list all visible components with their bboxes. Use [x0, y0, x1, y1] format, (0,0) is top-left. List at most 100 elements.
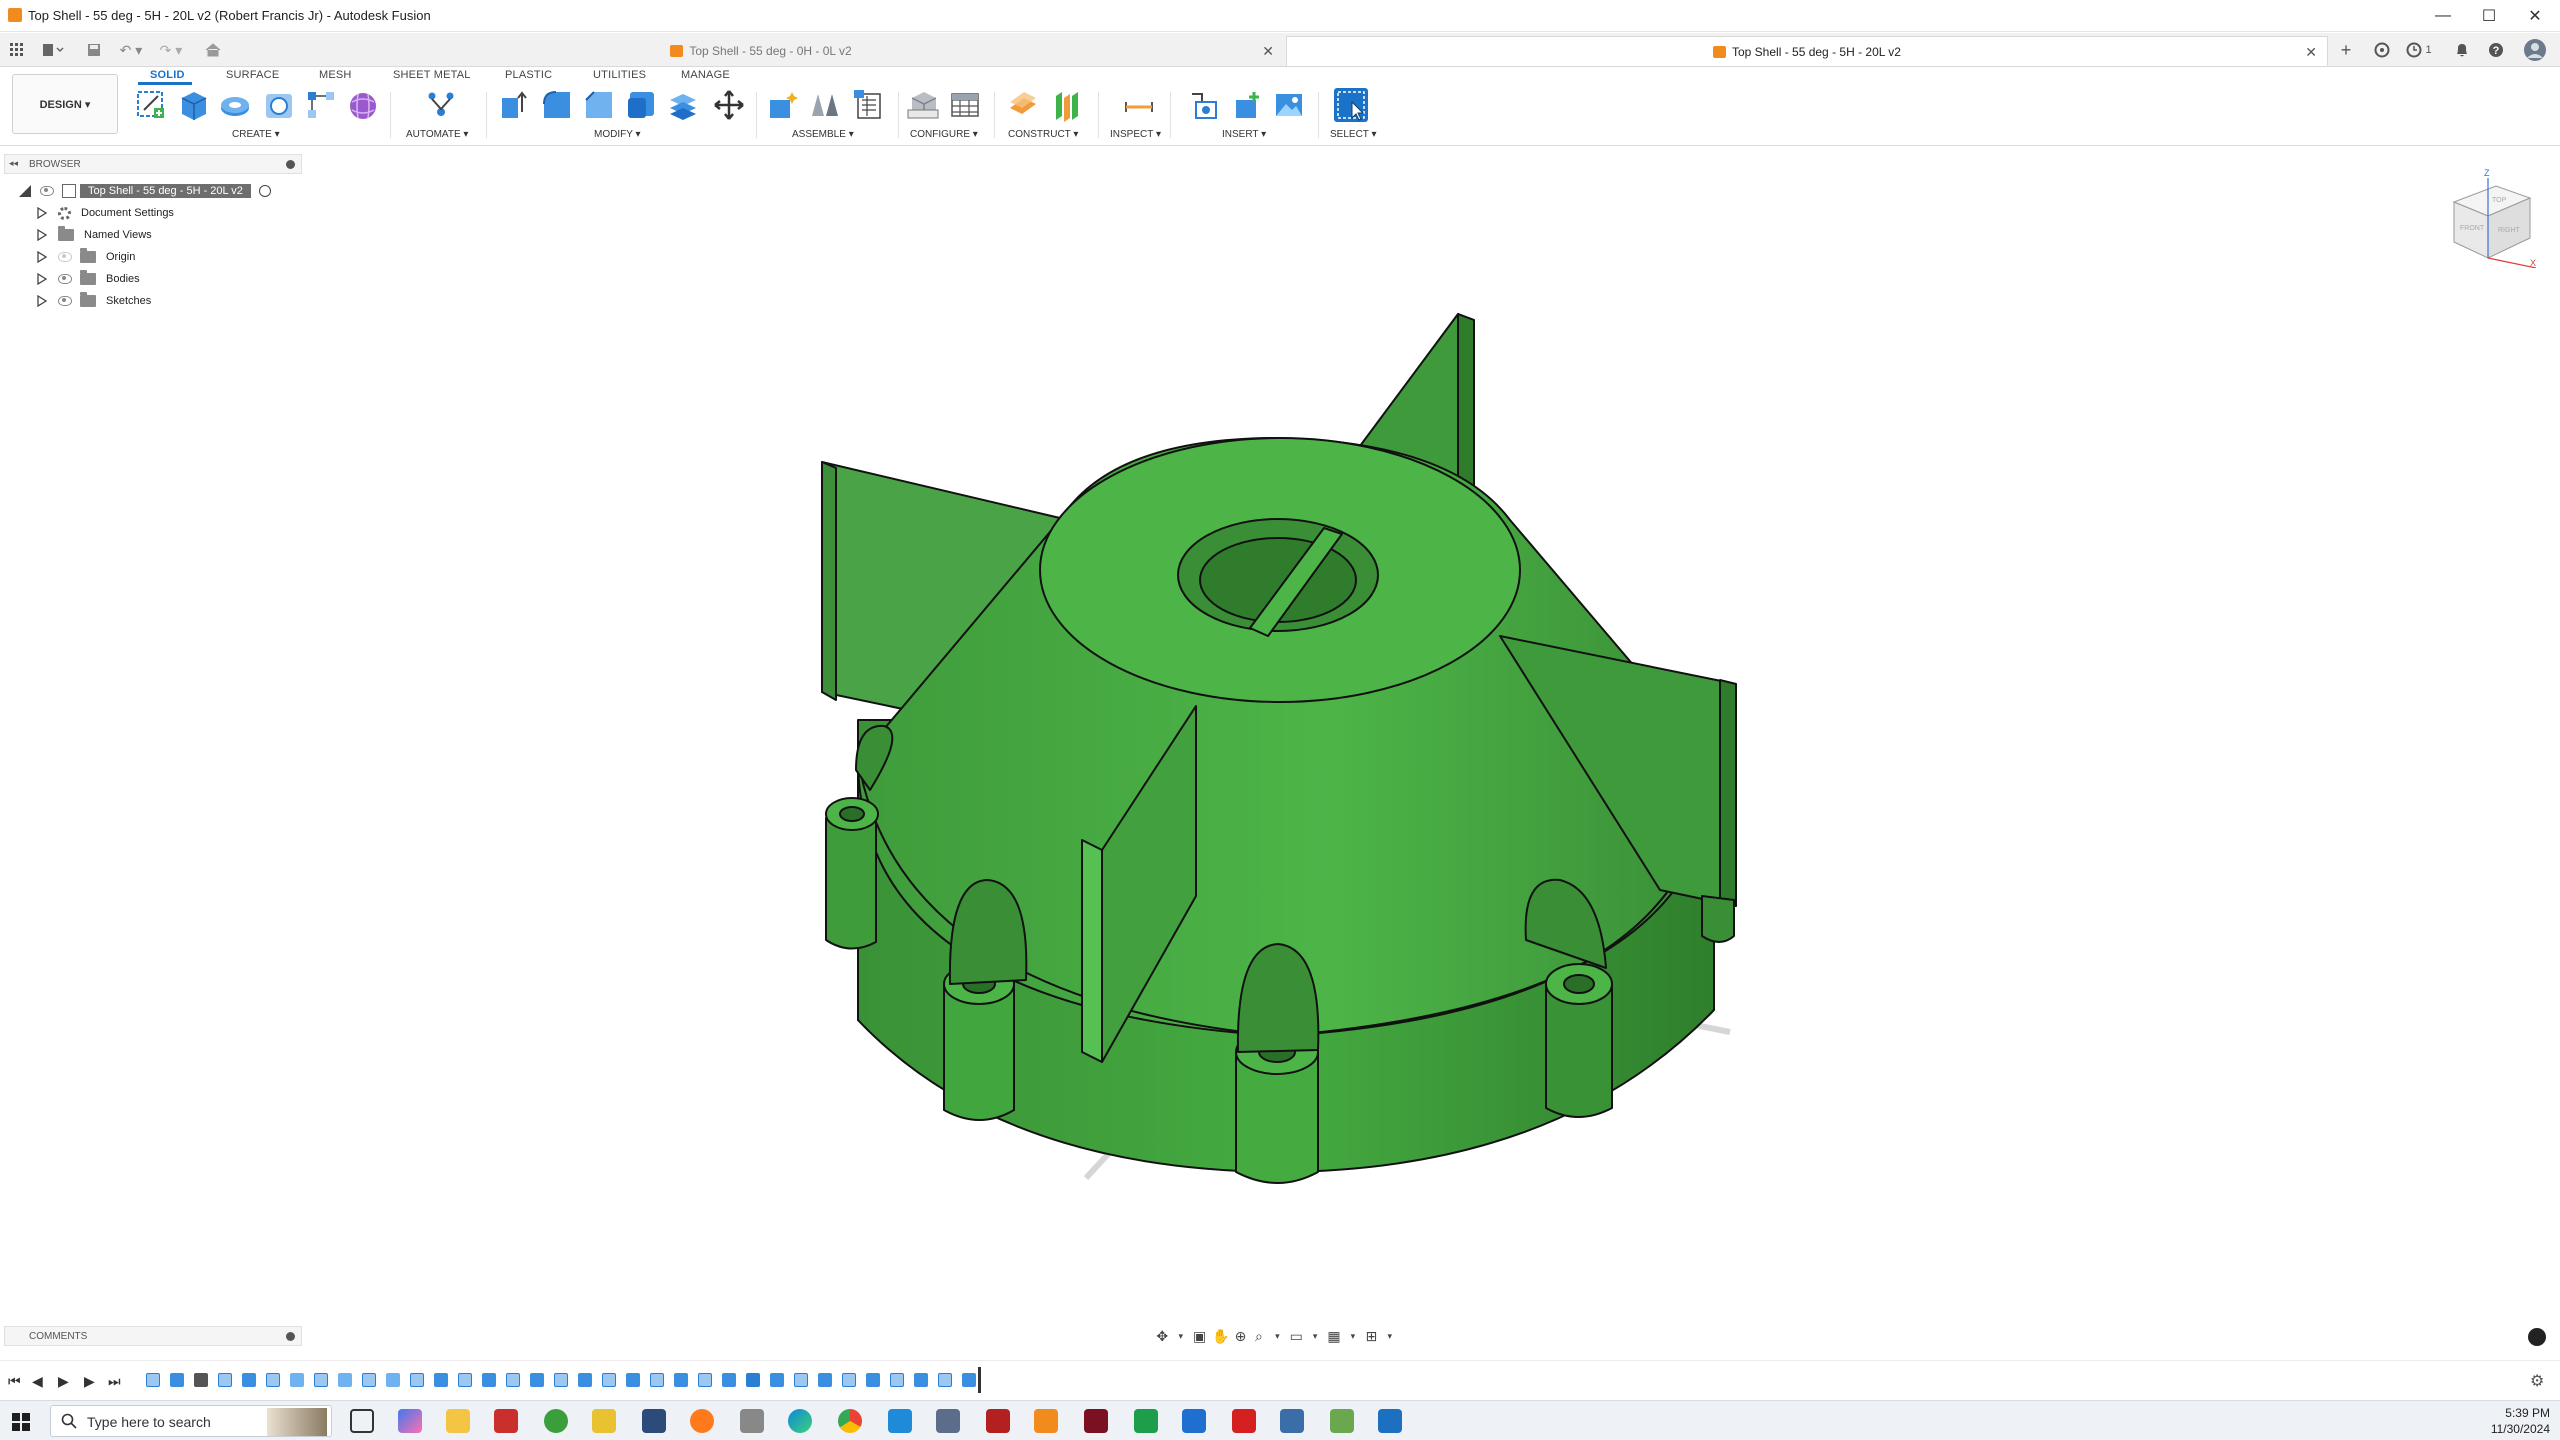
- timeline-extrude-feature[interactable]: [722, 1373, 736, 1387]
- media-app-icon[interactable]: [1084, 1409, 1108, 1433]
- user-avatar[interactable]: [2520, 39, 2550, 61]
- timeline-extrude-feature[interactable]: [434, 1373, 448, 1387]
- save-icon[interactable]: [84, 39, 104, 61]
- tab-manage[interactable]: MANAGE: [681, 69, 730, 81]
- browser-item-named-views[interactable]: Named Views: [18, 224, 318, 246]
- notifications-bell-icon[interactable]: [2450, 39, 2474, 61]
- hole-icon[interactable]: [262, 88, 296, 122]
- taskbar-search-input[interactable]: Type here to search: [50, 1405, 332, 1437]
- tab-document-0h-0l[interactable]: Top Shell - 55 deg - 0H - 0L v2 ✕: [238, 36, 1284, 66]
- configuration-table-icon[interactable]: [948, 88, 982, 122]
- browser-panel-header[interactable]: ◂◂ BROWSER: [4, 154, 302, 174]
- timeline-sketch-feature[interactable]: [650, 1373, 664, 1387]
- blue-app-icon[interactable]: [1378, 1409, 1402, 1433]
- browser-item-sketches[interactable]: Sketches: [18, 290, 318, 312]
- timeline-sketch-feature[interactable]: [362, 1373, 376, 1387]
- bill-of-materials-icon[interactable]: [852, 88, 886, 122]
- job-status-icon[interactable]: 1: [2402, 39, 2436, 61]
- timeline-sketch-feature[interactable]: [698, 1373, 712, 1387]
- timeline-sketch-feature[interactable]: [938, 1373, 952, 1387]
- timeline-extrude-feature[interactable]: [818, 1373, 832, 1387]
- timeline-extrude-feature[interactable]: [530, 1373, 544, 1387]
- configure-design-icon[interactable]: [906, 88, 940, 122]
- orbit-icon[interactable]: ✥: [1156, 1328, 1168, 1344]
- green-app-icon[interactable]: [544, 1409, 568, 1433]
- undo-icon[interactable]: ↶ ▾: [114, 39, 148, 61]
- inspect-group-label[interactable]: INSPECT ▾: [1110, 129, 1161, 140]
- timeline-go-to-start-icon[interactable]: ⏮: [8, 1373, 21, 1390]
- timeline-extrude-feature[interactable]: [626, 1373, 640, 1387]
- firefox-icon[interactable]: [690, 1409, 714, 1433]
- close-window-button[interactable]: ✕: [2512, 0, 2558, 32]
- home-icon[interactable]: [200, 39, 226, 61]
- timeline-extrude-feature[interactable]: [170, 1373, 184, 1387]
- select-group-label[interactable]: SELECT ▾: [1330, 129, 1377, 140]
- shell-icon[interactable]: [624, 88, 658, 122]
- pin-panel-icon[interactable]: [286, 160, 295, 169]
- tab-solid[interactable]: SOLID: [150, 69, 185, 81]
- timeline-sketch-feature[interactable]: [218, 1373, 232, 1387]
- network-app-icon[interactable]: [936, 1409, 960, 1433]
- timeline-sketch-feature[interactable]: [506, 1373, 520, 1387]
- extrude-icon[interactable]: [176, 88, 210, 122]
- new-component-icon[interactable]: [766, 88, 800, 122]
- chamfer-icon[interactable]: [582, 88, 616, 122]
- modify-group-label[interactable]: MODIFY ▾: [594, 129, 641, 140]
- copilot-icon[interactable]: [398, 1409, 422, 1433]
- notes-app-icon[interactable]: [592, 1409, 616, 1433]
- press-pull-icon[interactable]: [498, 88, 532, 122]
- timeline-revolve-feature[interactable]: [338, 1373, 352, 1387]
- automate-icon[interactable]: [424, 88, 458, 122]
- timeline-move-feature[interactable]: [194, 1373, 208, 1387]
- timeline-sketch-feature[interactable]: [890, 1373, 904, 1387]
- construct-group-label[interactable]: CONSTRUCT ▾: [1008, 129, 1078, 140]
- timeline-extrude-feature[interactable]: [578, 1373, 592, 1387]
- pattern-icon[interactable]: [304, 88, 338, 122]
- workspace-switcher-button[interactable]: DESIGN ▾: [12, 74, 118, 134]
- timeline-extrude-feature[interactable]: [962, 1373, 976, 1387]
- expand-arrow-icon[interactable]: [36, 294, 48, 308]
- edge-browser-icon[interactable]: [788, 1409, 812, 1433]
- tab-plastic[interactable]: PLASTIC: [505, 69, 552, 81]
- visibility-eye-icon[interactable]: [58, 296, 72, 306]
- tab-mesh[interactable]: MESH: [319, 69, 352, 81]
- expand-arrow-icon[interactable]: [36, 206, 48, 220]
- browser-root-row[interactable]: Top Shell - 55 deg - 5H - 20L v2: [18, 180, 318, 202]
- timeline-fillet-feature[interactable]: [746, 1373, 760, 1387]
- grid-snaps-icon[interactable]: ▦: [1327, 1328, 1340, 1344]
- file-menu-icon[interactable]: [38, 39, 68, 61]
- spreadsheet-app-icon[interactable]: [1134, 1409, 1158, 1433]
- filezilla-icon[interactable]: [986, 1409, 1010, 1433]
- assemble-group-label[interactable]: ASSEMBLE ▾: [792, 129, 854, 140]
- tab-utilities[interactable]: UTILITIES: [593, 69, 646, 81]
- comments-panel-header[interactable]: COMMENTS: [4, 1326, 302, 1346]
- word-app-icon[interactable]: [1182, 1409, 1206, 1433]
- visibility-eye-icon[interactable]: [40, 186, 54, 196]
- timeline-extrude-feature[interactable]: [914, 1373, 928, 1387]
- timeline-sketch-feature[interactable]: [266, 1373, 280, 1387]
- timeline-go-to-end-icon[interactable]: ⏭: [108, 1373, 121, 1390]
- measure-icon[interactable]: [1122, 88, 1156, 122]
- timeline-play-icon[interactable]: ▶: [58, 1373, 69, 1390]
- add-comment-icon[interactable]: [286, 1332, 295, 1341]
- viewports-dropdown-icon[interactable]: ▾: [1384, 1328, 1396, 1344]
- create-group-label[interactable]: CREATE ▾: [232, 129, 280, 140]
- task-view-icon[interactable]: [350, 1409, 374, 1433]
- timeline-sketch-feature[interactable]: [146, 1373, 160, 1387]
- browser-item-document-settings[interactable]: Document Settings: [18, 202, 318, 224]
- browser-item-bodies[interactable]: Bodies: [18, 268, 318, 290]
- insert-derive-icon[interactable]: [1186, 88, 1220, 122]
- timeline-sketch-feature[interactable]: [602, 1373, 616, 1387]
- tab-document-5h-20l[interactable]: Top Shell - 55 deg - 5H - 20L v2 ✕: [1286, 36, 2328, 66]
- timeline-sketch-feature[interactable]: [410, 1373, 424, 1387]
- visibility-eye-icon[interactable]: [58, 274, 72, 284]
- timeline-sketch-feature[interactable]: [794, 1373, 808, 1387]
- midplane-icon[interactable]: [1050, 88, 1084, 122]
- expand-arrow-icon[interactable]: [36, 272, 48, 286]
- timeline-sketch-feature[interactable]: [458, 1373, 472, 1387]
- file-explorer-icon[interactable]: [446, 1409, 470, 1433]
- viewports-icon[interactable]: ⊞: [1365, 1328, 1377, 1344]
- tab-sheet-metal[interactable]: SHEET METAL: [393, 69, 471, 81]
- insert-canvas-icon[interactable]: [1272, 88, 1306, 122]
- collapse-panel-icon[interactable]: ◂◂: [9, 158, 18, 169]
